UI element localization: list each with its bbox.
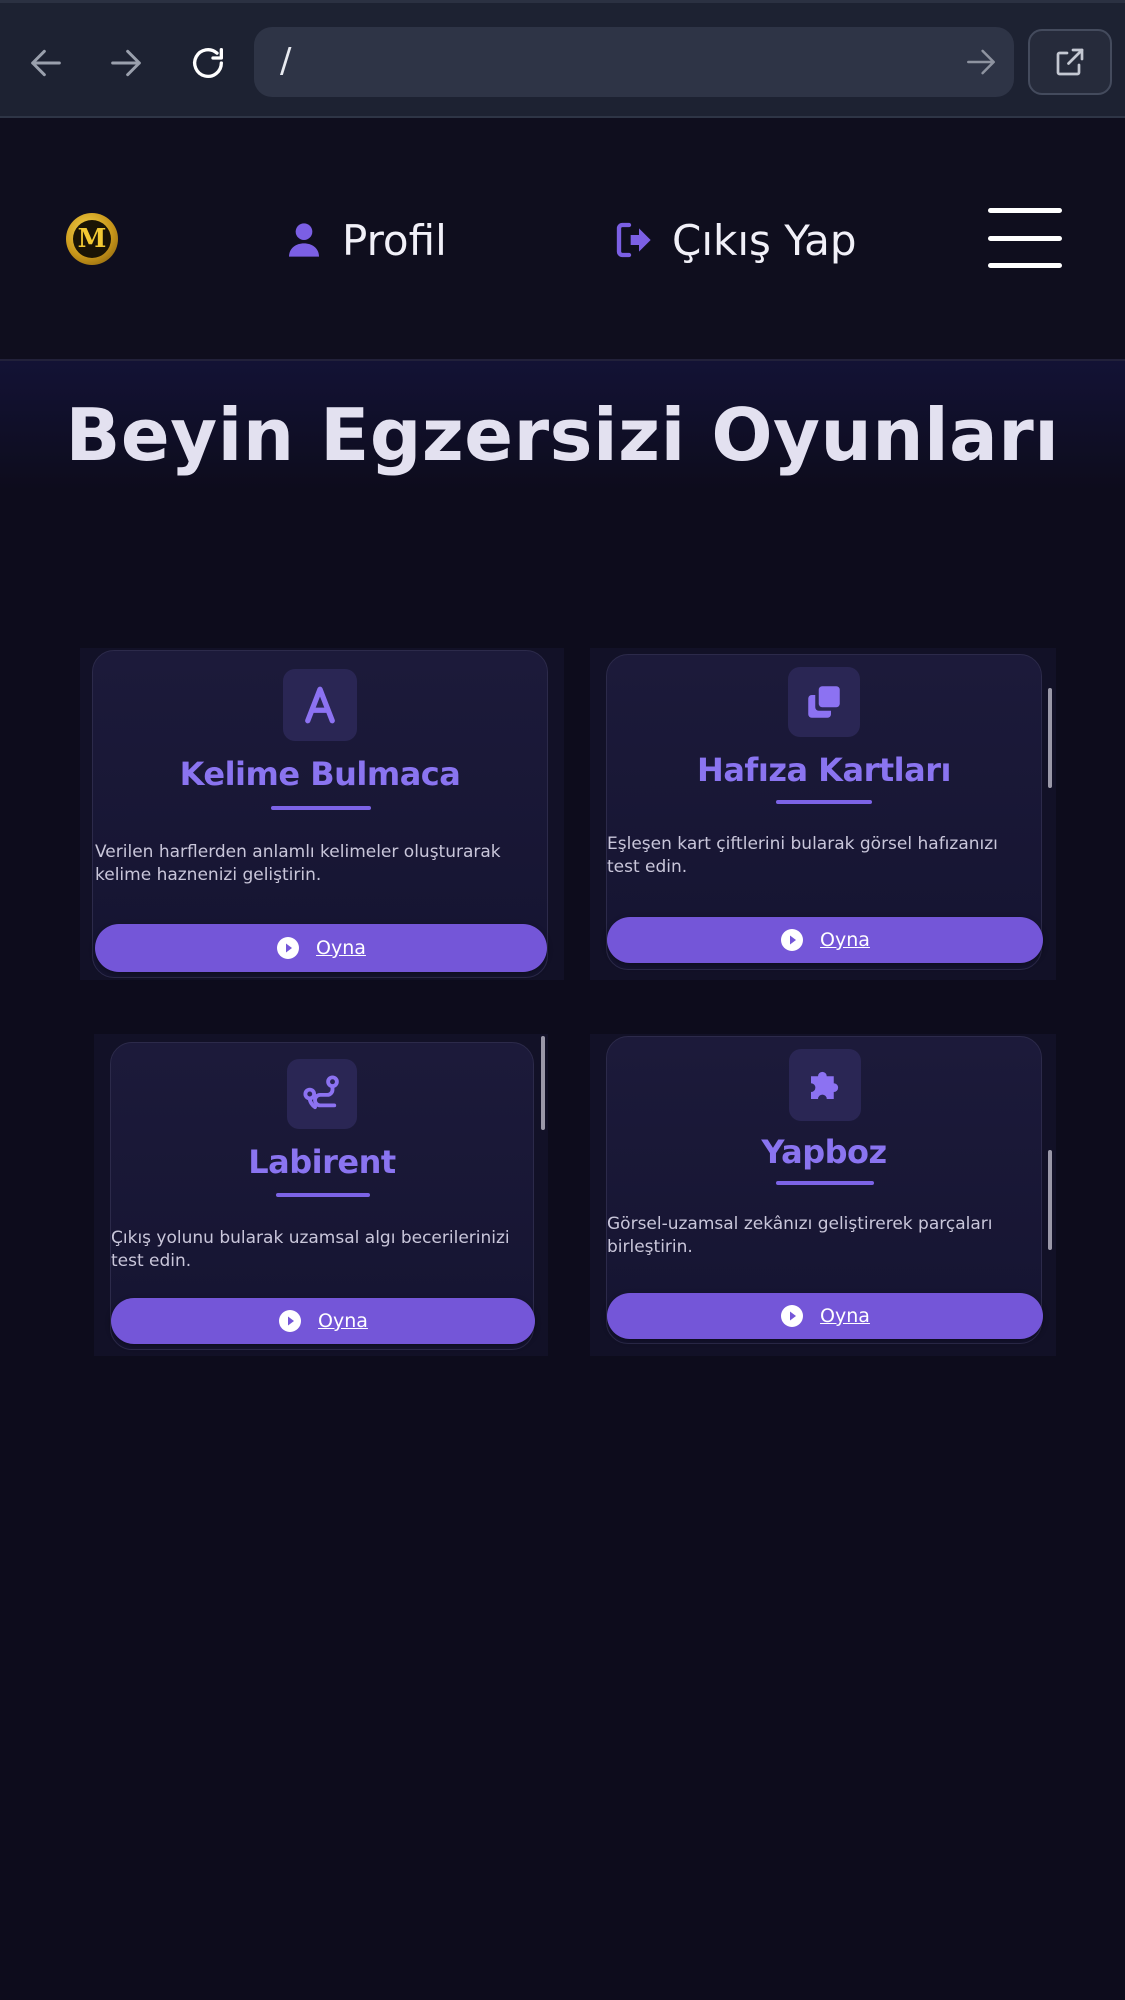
- play-button[interactable]: Oyna: [607, 1293, 1043, 1339]
- card-description: Görsel-uzamsal zekânızı geliştirerek par…: [607, 1214, 993, 1257]
- game-card-wrapper: Yapboz Görsel-uzamsal zekânızı geliştire…: [590, 1034, 1056, 1356]
- profile-label: Profil: [342, 215, 447, 265]
- game-card: Kelime Bulmaca Verilen harflerden anlaml…: [92, 650, 548, 978]
- card-description: Verilen harflerden anlamlı kelimeler olu…: [95, 842, 501, 885]
- url-text: /: [280, 41, 292, 81]
- title-underline: [271, 806, 371, 810]
- play-circle-icon: [781, 929, 804, 951]
- play-circle-icon: [279, 1310, 302, 1332]
- title-underline: [776, 1181, 874, 1185]
- menu-bar: [988, 263, 1062, 268]
- game-card: Hafıza Kartları Eşleşen kart çiftlerini …: [606, 654, 1043, 970]
- card-icon-box: [788, 667, 860, 737]
- card-description: Çıkış yolunu bularak uzamsal algı beceri…: [111, 1228, 510, 1271]
- cards-clone-icon: [808, 686, 840, 718]
- card-title: Kelime Bulmaca: [179, 755, 461, 793]
- play-button-label: Oyna: [318, 1310, 368, 1332]
- menu-bar: [988, 208, 1062, 213]
- card-title: Hafıza Kartları: [697, 751, 951, 789]
- sign-out-icon: [616, 222, 651, 258]
- card-title: Labirent: [248, 1143, 396, 1181]
- play-circle-icon: [277, 937, 300, 959]
- route-icon: [303, 1075, 339, 1110]
- play-circle-icon: [781, 1305, 804, 1327]
- forward-button[interactable]: [98, 35, 154, 91]
- scrollbar-thumb[interactable]: [541, 1036, 545, 1130]
- play-button[interactable]: Oyna: [95, 924, 547, 972]
- play-button[interactable]: Oyna: [111, 1298, 535, 1344]
- letter-a-icon: [305, 686, 335, 724]
- main-content: Beyin Egzersizi Oyunları Kelime Bulmaca …: [0, 361, 1125, 2000]
- play-button-label: Oyna: [316, 937, 366, 959]
- card-icon-box: [789, 1049, 861, 1121]
- back-button[interactable]: [18, 35, 74, 91]
- hamburger-menu-button[interactable]: [988, 208, 1062, 268]
- game-card-wrapper: Labirent Çıkış yolunu bularak uzamsal al…: [94, 1034, 548, 1356]
- reload-icon: [193, 48, 223, 78]
- address-bar[interactable]: /: [254, 27, 1014, 97]
- external-link-icon: [1056, 48, 1084, 76]
- scrollbar-thumb[interactable]: [1048, 1150, 1052, 1250]
- site-logo[interactable]: M: [66, 213, 118, 265]
- go-arrow-icon[interactable]: [962, 43, 1000, 81]
- puzzle-piece-icon: [811, 1071, 839, 1099]
- card-icon-box: [283, 669, 357, 741]
- open-external-button[interactable]: [1028, 29, 1112, 95]
- browser-toolbar: /: [0, 0, 1125, 118]
- title-underline: [276, 1193, 370, 1197]
- arrow-right-icon: [111, 49, 141, 77]
- logo-letter: M: [73, 220, 111, 258]
- logout-label: Çıkış Yap: [672, 215, 857, 265]
- play-button-label: Oyna: [820, 1305, 870, 1327]
- user-icon: [289, 223, 319, 257]
- reload-button[interactable]: [180, 35, 236, 91]
- card-description: Eşleşen kart çiftlerini bularak görsel h…: [607, 834, 998, 877]
- site-header: M Profil Çıkış Yap: [0, 118, 1125, 361]
- arrow-left-icon: [31, 49, 61, 77]
- card-icon-box: [287, 1059, 357, 1129]
- play-button-label: Oyna: [820, 929, 870, 951]
- profile-link[interactable]: Profil: [284, 212, 447, 268]
- logout-link[interactable]: Çıkış Yap: [614, 212, 857, 268]
- play-button[interactable]: Oyna: [607, 917, 1043, 963]
- game-card-wrapper: Hafıza Kartları Eşleşen kart çiftlerini …: [590, 648, 1056, 980]
- game-card-wrapper: Kelime Bulmaca Verilen harflerden anlaml…: [80, 648, 564, 980]
- title-underline: [776, 800, 872, 804]
- game-card: Yapboz Görsel-uzamsal zekânızı geliştire…: [606, 1036, 1043, 1344]
- game-card: Labirent Çıkış yolunu bularak uzamsal al…: [110, 1042, 535, 1350]
- page-title: Beyin Egzersizi Oyunları: [65, 393, 1060, 477]
- menu-bar: [988, 235, 1062, 241]
- card-title: Yapboz: [761, 1133, 887, 1171]
- scrollbar-thumb[interactable]: [1048, 688, 1052, 788]
